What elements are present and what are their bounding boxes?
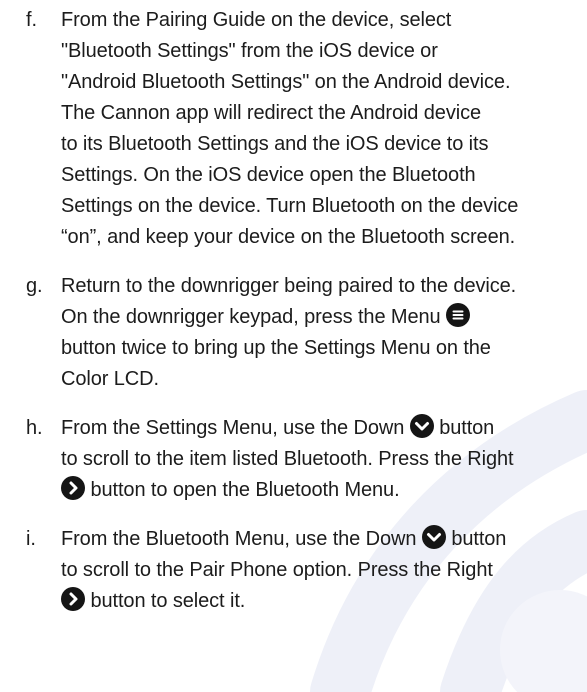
step-line: Settings on the device. Turn Bluetooth o… — [61, 195, 519, 217]
step-line: From the Settings Menu, use the Down but… — [61, 413, 583, 444]
chevron-right-icon — [61, 476, 85, 500]
step-line: "Bluetooth Settings" from the iOS device… — [61, 40, 438, 62]
step-line: “on”, and keep your device on the Blueto… — [61, 226, 516, 248]
step-h: h. From the Settings Menu, use the Down … — [0, 413, 587, 506]
step-line: Color LCD. — [61, 368, 159, 390]
step-line: to scroll to the item listed Bluetooth. … — [61, 448, 514, 470]
step-line: Return to the downrigger being paired to… — [61, 275, 517, 297]
step-text: On the downrigger keypad, press the Menu — [61, 306, 441, 328]
step-line: From the Bluetooth Menu, use the Down bu… — [61, 524, 583, 555]
chevron-down-icon — [409, 414, 434, 438]
chevron-down-icon — [421, 525, 446, 549]
step-line: On the downrigger keypad, press the Menu — [61, 302, 583, 333]
step-text: button to select it. — [90, 590, 246, 612]
step-line: The Cannon app will redirect the Android… — [61, 102, 481, 124]
step-text: From the Settings Menu, use the Down — [61, 417, 405, 439]
step-i: i. From the Bluetooth Menu, use the Down… — [0, 524, 587, 617]
step-g: g. Return to the downrigger being paired… — [0, 271, 587, 395]
step-line: button to select it. — [61, 586, 583, 617]
step-letter: f. — [26, 9, 37, 31]
step-line: button twice to bring up the Settings Me… — [61, 337, 491, 359]
step-line: to scroll to the Pair Phone option. Pres… — [61, 559, 493, 581]
step-text: button — [439, 417, 495, 439]
step-letter: h. — [26, 417, 43, 439]
step-text: button to open the Bluetooth Menu. — [90, 479, 400, 501]
step-text: From the Bluetooth Menu, use the Down — [61, 528, 417, 550]
step-line: "Android Bluetooth Settings" on the Andr… — [61, 71, 511, 93]
step-line: Settings. On the iOS device open the Blu… — [61, 164, 476, 186]
chevron-right-icon — [61, 587, 85, 611]
step-text: button — [451, 528, 507, 550]
step-f: f. From the Pairing Guide on the device,… — [0, 5, 587, 253]
step-line: From the Pairing Guide on the device, se… — [61, 9, 452, 31]
instruction-list: f. From the Pairing Guide on the device,… — [0, 0, 587, 617]
step-line: to its Bluetooth Settings and the iOS de… — [61, 133, 489, 155]
step-letter: g. — [26, 275, 43, 297]
step-letter: i. — [26, 528, 36, 550]
menu-icon — [446, 303, 471, 327]
step-line: button to open the Bluetooth Menu. — [61, 475, 583, 506]
